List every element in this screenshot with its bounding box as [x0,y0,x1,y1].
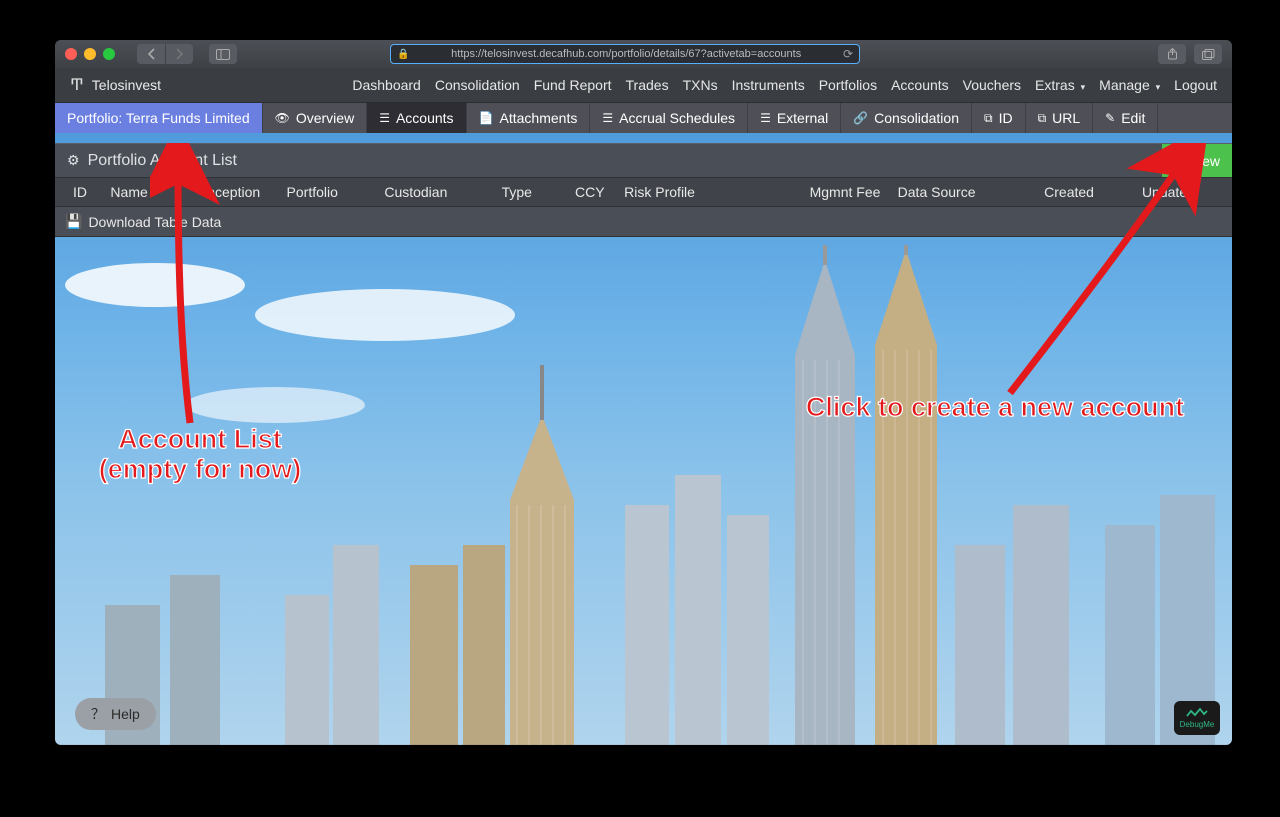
portfolio-tab-bar: Portfolio: Terra Funds Limited 👁 Overvie… [55,103,1232,133]
save-icon: 💾 [65,213,82,230]
eye-icon: 👁 [275,111,290,125]
browser-window: 🔒 https://telosinvest.decafhub.com/portf… [55,40,1232,745]
col-type[interactable]: Type [494,184,567,200]
app-navbar: Ͳ Telosinvest Dashboard Consolidation Fu… [55,68,1232,103]
tab-attachments[interactable]: 📄 Attachments [467,103,591,133]
col-portfolio[interactable]: Portfolio [279,184,377,200]
background-skyline-image [55,245,1232,745]
window-controls [65,48,115,60]
col-ccy[interactable]: CCY [567,184,616,200]
col-created[interactable]: Created [1036,184,1134,200]
download-table-data-button[interactable]: 💾 Download Table Data [55,207,1232,237]
close-window-button[interactable] [65,48,77,60]
copy-icon: ⧉ [1038,111,1047,126]
content-area: Portfolio: Terra Funds Limited 👁 Overvie… [55,103,1232,745]
nav-trades[interactable]: Trades [626,77,669,93]
link-icon: 🔗 [853,111,868,125]
debugme-widget[interactable]: DebugMe [1174,701,1220,735]
chevron-down-icon: ▾ [1081,82,1086,92]
tab-overview[interactable]: 👁 Overview [263,103,368,133]
url-text: https://telosinvest.decafhub.com/portfol… [415,48,836,60]
zoom-window-button[interactable] [103,48,115,60]
chevron-down-icon: ▾ [1156,82,1161,92]
reload-icon[interactable]: ⟳ [843,47,853,61]
nav-dashboard[interactable]: Dashboard [352,77,421,93]
nav-fund-report[interactable]: Fund Report [534,77,612,93]
list-icon: ☰ [379,111,390,125]
sidebar-toggle-button[interactable] [209,44,237,64]
brand-text: Telosinvest [92,77,161,93]
minimize-window-button[interactable] [84,48,96,60]
new-account-button[interactable]: ＋ New [1162,144,1232,177]
list-icon: ☰ [760,111,771,125]
nav-button-group [137,44,193,64]
forward-button[interactable] [165,44,193,64]
nav-consolidation[interactable]: Consolidation [435,77,520,93]
tab-id[interactable]: ⧉ ID [972,103,1026,133]
lock-icon: 🔒 [397,49,409,60]
list-icon: ☰ [602,111,613,125]
col-data-source[interactable]: Data Source [890,184,1036,200]
tab-url[interactable]: ⧉ URL [1026,103,1094,133]
page-viewport: Ͳ Telosinvest Dashboard Consolidation Fu… [55,68,1232,745]
nav-accounts[interactable]: Accounts [891,77,949,93]
tab-edit[interactable]: ✎ Edit [1093,103,1158,133]
col-custodian[interactable]: Custodian [376,184,493,200]
nav-txns[interactable]: TXNs [683,77,718,93]
nav-manage[interactable]: Manage ▾ [1099,77,1160,93]
back-button[interactable] [137,44,165,64]
col-inception[interactable]: Inception [195,184,278,200]
question-icon: ？ [91,704,105,724]
browser-toolbar: 🔒 https://telosinvest.decafhub.com/portf… [55,40,1232,68]
brand-icon: Ͳ [70,75,84,95]
brand[interactable]: Ͳ Telosinvest [70,75,161,95]
help-label: Help [111,706,140,722]
gears-icon: ⚙ [67,152,80,169]
file-icon: 📄 [479,111,494,125]
table-header-row: ID Name Inception Portfolio Custodian Ty… [55,177,1232,207]
share-button[interactable] [1158,44,1186,64]
nav-instruments[interactable]: Instruments [732,77,805,93]
col-id[interactable]: ID [65,184,102,200]
col-name[interactable]: Name [102,184,195,200]
col-updated[interactable]: Updated [1134,184,1222,200]
download-label: Download Table Data [88,214,221,230]
nav-vouchers[interactable]: Vouchers [963,77,1021,93]
tabs-button[interactable] [1194,44,1222,64]
nav-logout[interactable]: Logout [1174,77,1217,93]
copy-icon: ⧉ [984,111,993,126]
edit-icon: ✎ [1105,111,1115,125]
col-risk-profile[interactable]: Risk Profile [616,184,801,200]
plus-icon: ＋ [1174,151,1188,171]
portfolio-title-tab[interactable]: Portfolio: Terra Funds Limited [55,103,263,133]
tab-external[interactable]: ☰ External [748,103,841,133]
portfolio-title-text: Portfolio: Terra Funds Limited [67,110,250,126]
tab-accrual-schedules[interactable]: ☰ Accrual Schedules [590,103,748,133]
tab-consolidation[interactable]: 🔗 Consolidation [841,103,972,133]
url-bar[interactable]: 🔒 https://telosinvest.decafhub.com/portf… [390,44,860,64]
main-nav: Dashboard Consolidation Fund Report Trad… [352,77,1217,93]
account-list-panel: ⚙ Portfolio Account List ＋ New ID Name I… [55,143,1232,237]
new-button-label: New [1192,153,1220,169]
col-mgmnt-fee[interactable]: Mgmnt Fee [802,184,890,200]
nav-extras[interactable]: Extras ▾ [1035,77,1085,93]
help-button[interactable]: ？ Help [75,698,156,730]
debugme-icon [1186,707,1208,719]
panel-title: Portfolio Account List [88,152,237,170]
nav-portfolios[interactable]: Portfolios [819,77,877,93]
panel-header: ⚙ Portfolio Account List ＋ New [55,143,1232,177]
tab-accounts[interactable]: ☰ Accounts [367,103,466,133]
